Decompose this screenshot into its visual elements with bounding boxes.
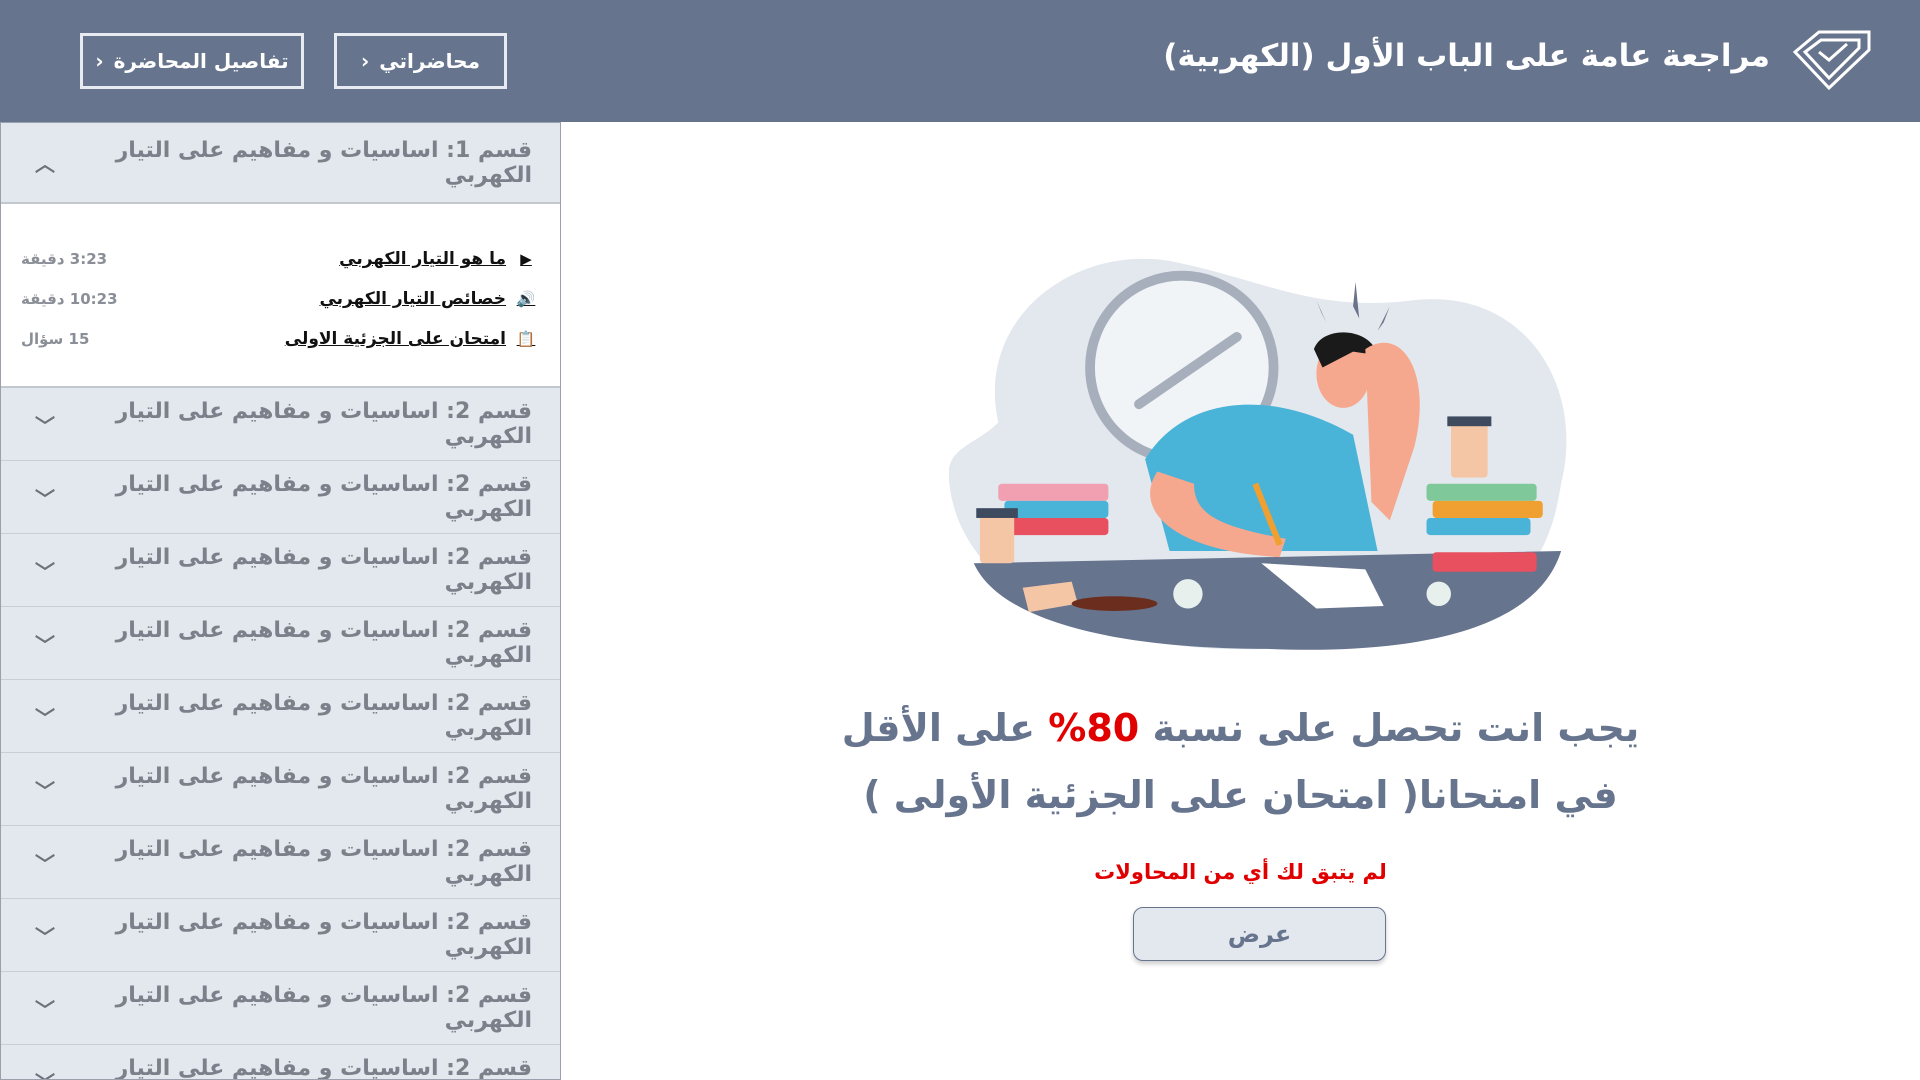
section-header[interactable]: قسم 2: اساسيات و مفاهيم على التيار الكهر… (1, 388, 560, 461)
section-header[interactable]: قسم 2: اساسيات و مفاهيم على التيار الكهر… (1, 899, 560, 972)
audio-icon: 🔊 (516, 290, 536, 308)
chevron-down-icon: ﹀ (35, 1067, 55, 1080)
section-header[interactable]: قسم 2: اساسيات و مفاهيم على التيار الكهر… (1, 607, 560, 680)
section-title: قسم 2: اساسيات و مفاهيم على التيار الكهر… (115, 399, 532, 449)
lesson-question-count: 15 سؤال (21, 330, 90, 348)
section-title: قسم 2: اساسيات و مفاهيم على التيار الكهر… (115, 618, 532, 668)
section-header[interactable]: قسم 2: اساسيات و مفاهيم على التيار الكهر… (1, 826, 560, 899)
chevron-down-icon: ﹀ (35, 559, 55, 584)
logo-icon (1792, 30, 1871, 91)
section-header[interactable]: قسم 2: اساسيات و مفاهيم على التيار الكهر… (1, 753, 560, 826)
section-header[interactable]: قسم 2: اساسيات و مفاهيم على التيار الكهر… (1, 972, 560, 1045)
chevron-up-icon: ︿ (35, 152, 55, 176)
section-title: قسم 2: اساسيات و مفاهيم على التيار الكهر… (115, 1056, 532, 1080)
view-button[interactable]: عرض (1133, 907, 1386, 961)
chevron-left-icon: ‹ (361, 49, 370, 73)
chevron-down-icon: ﹀ (35, 997, 55, 1022)
section-title: قسم 2: اساسيات و مفاهيم على التيار الكهر… (115, 837, 532, 887)
section-1-header[interactable]: قسم 1: اساسيات و مفاهيم على التيار الكهر… (1, 123, 560, 204)
section-title: قسم 2: اساسيات و مفاهيم على التيار الكهر… (115, 764, 532, 814)
required-percent: 80% (1048, 706, 1140, 750)
lesson-title[interactable]: امتحان على الجزئية الاولى (285, 329, 506, 349)
lecture-details-button[interactable]: تفاصيل المحاضرة ‹ (80, 33, 304, 89)
page-title: مراجعة عامة على الباب الأول (الكهربية) (1163, 38, 1770, 74)
exam-icon: 📋 (516, 330, 536, 348)
section-title: قسم 2: اساسيات و مفاهيم على التيار الكهر… (115, 472, 532, 522)
section-title: قسم 2: اساسيات و مفاهيم على التيار الكهر… (115, 691, 532, 741)
chevron-left-icon: ‹ (95, 49, 104, 73)
section-title: قسم 2: اساسيات و مفاهيم على التيار الكهر… (115, 983, 532, 1033)
chevron-down-icon: ﹀ (35, 486, 55, 511)
lesson-item[interactable]: 🔊 خصائص التيار الكهربي 10:23 دقيقة (1, 279, 560, 319)
chevron-down-icon: ﹀ (35, 705, 55, 730)
chevron-down-icon: ﹀ (35, 778, 55, 803)
lesson-duration: 10:23 دقيقة (21, 290, 118, 308)
chevron-down-icon: ﹀ (35, 851, 55, 876)
course-sidebar: قسم 1: اساسيات و مفاهيم على التيار الكهر… (0, 122, 561, 1080)
book-stack-right (1426, 483, 1543, 572)
play-icon: ▶ (520, 250, 532, 268)
section-title: قسم 1: اساسيات و مفاهيم على التيار الكهر… (115, 137, 532, 188)
chevron-down-icon: ﹀ (35, 924, 55, 949)
attempts-warning: لم يتبق لك أي من المحاولات (1094, 860, 1387, 884)
my-lectures-label: محاضراتي (379, 49, 480, 73)
lesson-item[interactable]: ▶ ما هو التيار الكهربي 3:23 دقيقة (1, 239, 560, 279)
section-header[interactable]: قسم 2: اساسيات و مفاهيم على التيار الكهر… (1, 680, 560, 753)
my-lectures-button[interactable]: محاضراتي ‹ (334, 33, 507, 89)
chevron-down-icon: ﹀ (35, 632, 55, 657)
requirement-line-2: في امتحانا( امتحان على الجزئية الأولى ) (863, 773, 1618, 817)
lesson-title[interactable]: ما هو التيار الكهربي (339, 249, 506, 269)
requirement-text: يجب انت تحصل على نسبة (1139, 706, 1640, 750)
chevron-down-icon: ﹀ (35, 413, 55, 438)
section-1-lessons: ▶ ما هو التيار الكهربي 3:23 دقيقة 🔊 خصائص … (1, 204, 560, 388)
section-title: قسم 2: اساسيات و مفاهيم على التيار الكهر… (115, 910, 532, 960)
lesson-title[interactable]: خصائص التيار الكهربي (319, 289, 506, 309)
requirement-text-end: على الأقل (841, 706, 1049, 750)
top-header: مراجعة عامة على الباب الأول (الكهربية) م… (0, 0, 1920, 122)
section-header[interactable]: قسم 2: اساسيات و مفاهيم على التيار الكهر… (1, 534, 560, 607)
section-title: قسم 2: اساسيات و مفاهيم على التيار الكهر… (115, 545, 532, 595)
section-header[interactable]: قسم 2: اساسيات و مفاهيم على التيار الكهر… (1, 461, 560, 534)
section-header[interactable]: قسم 2: اساسيات و مفاهيم على التيار الكهر… (1, 1045, 560, 1080)
lesson-item[interactable]: 📋 امتحان على الجزئية الاولى 15 سؤال (1, 319, 560, 359)
requirement-line-1: يجب انت تحصل على نسبة 80% على الأقل (561, 706, 1920, 750)
lecture-details-label: تفاصيل المحاضرة (113, 49, 289, 73)
stressed-student-illustration (949, 258, 1567, 650)
lesson-duration: 3:23 دقيقة (21, 250, 108, 268)
